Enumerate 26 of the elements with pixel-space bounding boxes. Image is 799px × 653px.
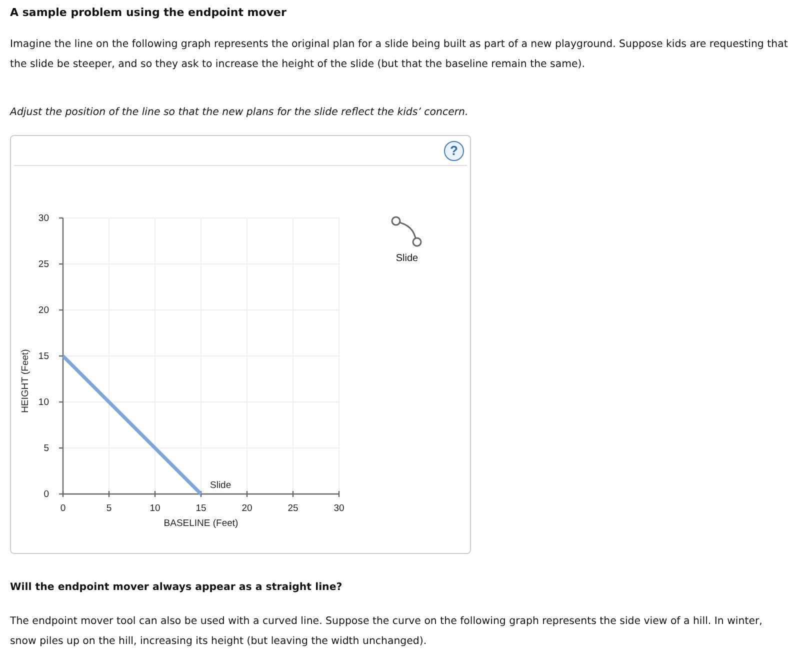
- curve-tool[interactable]: Slide: [390, 215, 424, 264]
- y-axis-title: HEIGHT (Feet): [20, 349, 31, 413]
- help-button[interactable]: ?: [444, 140, 464, 160]
- curve-icon: [390, 215, 424, 247]
- x-tick-label: 0: [60, 503, 66, 514]
- slide-line[interactable]: [62, 354, 202, 496]
- x-tick-label: 5: [106, 503, 112, 514]
- x-tick-label: 15: [196, 503, 206, 514]
- line-label: Slide: [210, 480, 232, 491]
- y-tick-label: 10: [38, 397, 49, 408]
- y-tick-label: 5: [44, 443, 49, 454]
- heading: A sample problem using the endpoint mover: [10, 6, 288, 19]
- y-tick-label: 0: [44, 489, 49, 500]
- paragraph: Imagine the line on the following graph represents the original plan for a slide being built as part of a new playground. Suppose kids are requesting that the slide be steeper, and so they ask to increase the height of the slide (but that the baseline remain the same).: [10, 38, 789, 72]
- y-tick-label: 20: [38, 305, 49, 316]
- x-tick-label: 25: [288, 503, 298, 514]
- y-tick-label: 25: [38, 259, 49, 270]
- y-tick-label: 30: [38, 213, 49, 224]
- x-tick-label: 20: [242, 503, 252, 514]
- instruction: Adjust the position of the line so that the new plans for the slide reflect the kids’ concern.: [10, 106, 470, 120]
- x-tick-label: 10: [150, 503, 160, 514]
- x-tick-label: 30: [334, 503, 344, 514]
- y-tick-label: 15: [38, 351, 49, 362]
- x-axis-title: BASELINE (Feet): [164, 518, 238, 529]
- paragraph: The endpoint mover tool can also be used with a curved line. Suppose the curve on the following graph represents the side view of a hill. In winter, snow piles up on the hill, increasing its height (but leaving the width unchanged).: [10, 615, 764, 649]
- question: Will the endpoint mover always appear as a straight line?: [10, 581, 344, 595]
